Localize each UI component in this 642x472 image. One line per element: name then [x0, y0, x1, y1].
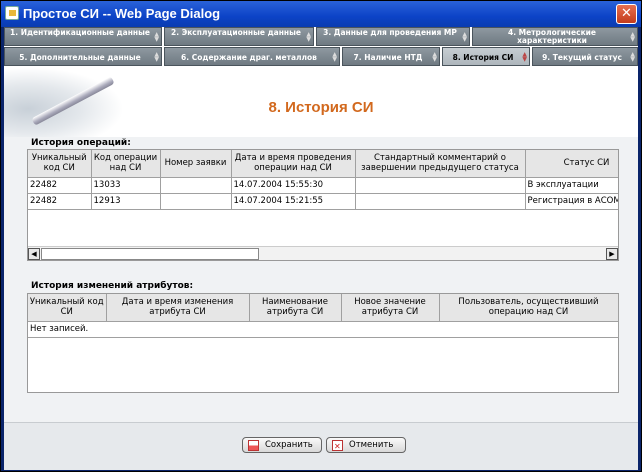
column-header[interactable]: Номер заявки: [160, 150, 232, 178]
column-header[interactable]: Дата и время изменения атрибута СИ: [106, 294, 250, 322]
attributes-label: История изменений атрибутов:: [31, 281, 194, 291]
cancel-icon: [332, 440, 343, 454]
close-button[interactable]: ✕: [616, 4, 637, 24]
tab-additional[interactable]: 5. Дополнительные данные ▲ ▼: [4, 47, 162, 66]
column-header[interactable]: Наименование атрибута СИ: [249, 294, 342, 322]
table-cell: Регистрация в АСОМ: [525, 193, 618, 210]
scroll-arrows-icon: ▲ ▼: [432, 51, 437, 63]
table-row[interactable]: 22482 13033 14.07.2004 15:55:30 В эксплу…: [28, 177, 618, 194]
title-bar: Простое СИ -- Web Page Dialog ✕: [1, 1, 641, 27]
save-icon: [248, 440, 259, 451]
dialog-window: Простое СИ -- Web Page Dialog ✕ 1. Идент…: [0, 0, 642, 472]
save-button[interactable]: Сохранить: [242, 437, 322, 453]
table-cell: 12913: [91, 193, 161, 210]
scroll-arrows-icon: ▲ ▼: [154, 51, 159, 63]
tab-history[interactable]: 8. История СИ ▲ ▼: [442, 47, 530, 66]
attributes-table: Уникальный код СИ Дата и время изменения…: [28, 294, 619, 338]
page-banner: 8. История СИ: [4, 67, 638, 137]
column-header[interactable]: Код операции над СИ: [91, 150, 161, 178]
table-cell: [355, 177, 526, 194]
table-cell: 22482: [28, 177, 92, 194]
window-title: Простое СИ -- Web Page Dialog: [23, 6, 221, 21]
table-cell: [160, 177, 232, 194]
tab-bar: 1. Идентификационные данные ▲ ▼ 2. Эксплуа…: [4, 27, 638, 67]
table-cell: 14.07.2004 15:21:55: [231, 193, 356, 210]
scroll-right-icon[interactable]: ▶: [606, 248, 618, 260]
operations-header-row: Уникальный код СИ Код операции над СИ Но…: [28, 150, 618, 178]
page-title: 8. История СИ: [268, 99, 374, 116]
horizontal-scrollbar[interactable]: ◀ ▶: [28, 246, 618, 260]
column-header[interactable]: Новое значение атрибута СИ: [341, 294, 440, 322]
table-cell: В эксплуатации: [525, 177, 618, 194]
scroll-left-icon[interactable]: ◀: [28, 248, 40, 260]
table-row[interactable]: 22482 12913 14.07.2004 15:21:55 Регистра…: [28, 193, 618, 210]
scroll-arrows-icon: ▲ ▼: [522, 51, 527, 63]
cancel-label: Отменить: [349, 440, 394, 450]
tab-operational[interactable]: 2. Эксплуатационные данные ▲ ▼: [164, 27, 314, 46]
column-header[interactable]: Уникальный код СИ: [28, 150, 92, 178]
table-row: Нет записей.: [28, 321, 619, 338]
cancel-button[interactable]: Отменить: [326, 437, 406, 454]
table-cell: [160, 193, 232, 210]
table-cell: [355, 193, 526, 210]
scroll-arrows-icon: ▲ ▼: [306, 31, 311, 43]
tab-identification[interactable]: 1. Идентификационные данные ▲ ▼: [4, 27, 162, 46]
table-cell: 22482: [28, 193, 92, 210]
table-cell: 13033: [91, 177, 161, 194]
scroll-thumb[interactable]: [41, 248, 259, 260]
column-header[interactable]: Пользователь, осуществивший операцию над…: [439, 294, 619, 322]
tab-current-status[interactable]: 9. Текущий статус ▲ ▼: [532, 47, 638, 66]
operations-table: Уникальный код СИ Код операции над СИ Но…: [28, 150, 618, 210]
scroll-arrows-icon: ▲ ▼: [332, 51, 337, 63]
scroll-arrows-icon: ▲ ▼: [630, 31, 635, 43]
app-icon: [5, 6, 19, 20]
attributes-header-row: Уникальный код СИ Дата и время изменения…: [28, 294, 619, 322]
empty-message: Нет записей.: [28, 321, 619, 338]
tab-ntd[interactable]: 7. Наличие НТД ▲ ▼: [342, 47, 440, 66]
footer-bar: Сохранить Отменить: [4, 422, 638, 470]
scroll-arrows-icon: ▲ ▼: [630, 51, 635, 63]
column-header[interactable]: Дата и время проведения операции над СИ: [231, 150, 356, 178]
tab-precious-metals[interactable]: 6. Содержание драг. металлов ▲ ▼: [164, 47, 340, 66]
save-label: Сохранить: [265, 440, 313, 450]
column-header[interactable]: Уникальный код СИ: [28, 294, 107, 322]
tab-mr-data[interactable]: 3. Данные для проведения МР ▲ ▼: [316, 27, 470, 46]
operations-label: История операций:: [31, 138, 131, 148]
column-header[interactable]: Стандартный комментарий о завершении пре…: [355, 150, 526, 178]
attributes-grid: Уникальный код СИ Дата и время изменения…: [27, 293, 619, 393]
dialog-client: 1. Идентификационные данные ▲ ▼ 2. Эксплуа…: [4, 27, 638, 470]
tab-metrological[interactable]: 4. Метрологические характеристики ▲ ▼: [472, 27, 638, 46]
operations-grid: Уникальный код СИ Код операции над СИ Но…: [27, 149, 619, 261]
table-cell: 14.07.2004 15:55:30: [231, 177, 356, 194]
scroll-arrows-icon: ▲ ▼: [462, 31, 467, 43]
scroll-arrows-icon: ▲ ▼: [154, 31, 159, 43]
column-header[interactable]: Статус СИ: [525, 150, 618, 178]
